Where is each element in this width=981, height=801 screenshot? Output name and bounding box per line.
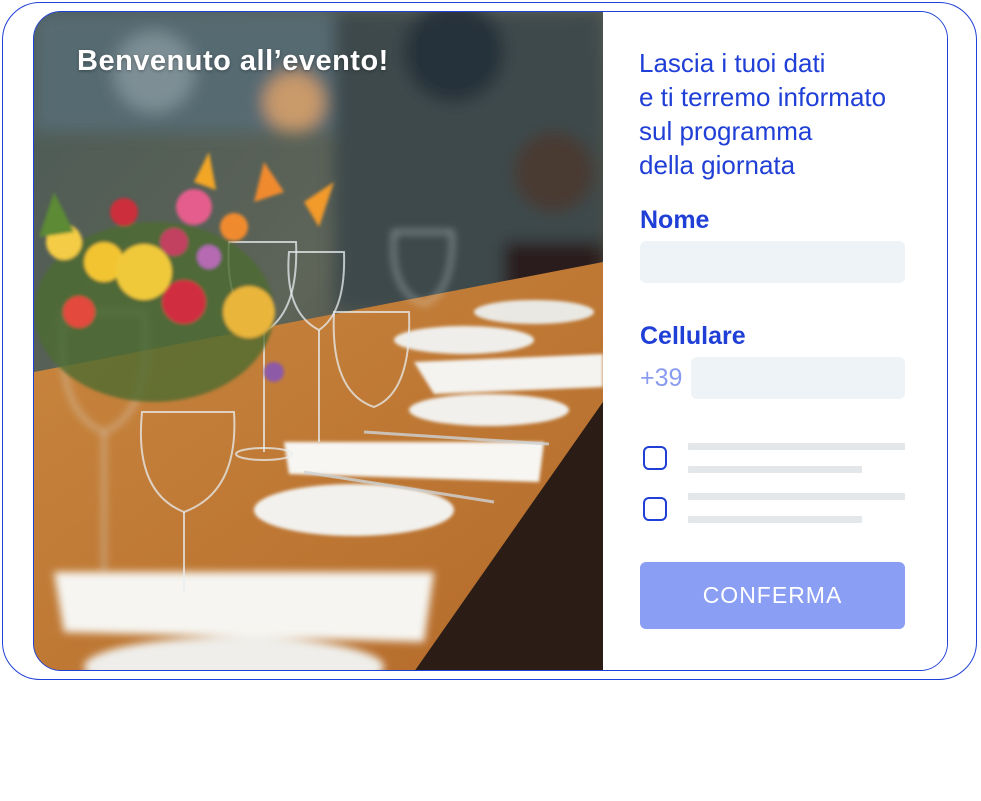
intro-line: Lascia i tuoi dati: [639, 48, 826, 78]
banquet-table-image: [34, 12, 603, 670]
welcome-heading: Benvenuto all’evento!: [77, 45, 389, 77]
event-signup-card: Benvenuto all’evento! Lascia i tuoi dati…: [33, 11, 948, 671]
intro-line: della giornata: [639, 150, 796, 180]
confirm-button[interactable]: CONFERMA: [640, 562, 905, 629]
consent-text-placeholder: [688, 466, 862, 473]
name-label: Nome: [640, 206, 710, 234]
consent-text-placeholder: [688, 516, 862, 523]
phone-prefix: +39: [640, 364, 683, 392]
name-input[interactable]: [640, 241, 905, 283]
consent-text-placeholder: [688, 493, 905, 500]
intro-line: e ti terremo informato: [639, 82, 887, 112]
intro-line: sul programma: [639, 116, 813, 146]
consent-checkbox-2[interactable]: [643, 497, 667, 521]
consent-text-placeholder: [688, 443, 905, 450]
phone-label: Cellulare: [640, 322, 746, 350]
phone-input[interactable]: [691, 357, 905, 399]
event-photo: Benvenuto all’evento!: [34, 12, 603, 670]
consent-checkbox-1[interactable]: [643, 446, 667, 470]
intro-text: Lascia i tuoi dati e ti terremo informat…: [639, 46, 939, 182]
signup-form: Lascia i tuoi dati e ti terremo informat…: [603, 12, 947, 670]
